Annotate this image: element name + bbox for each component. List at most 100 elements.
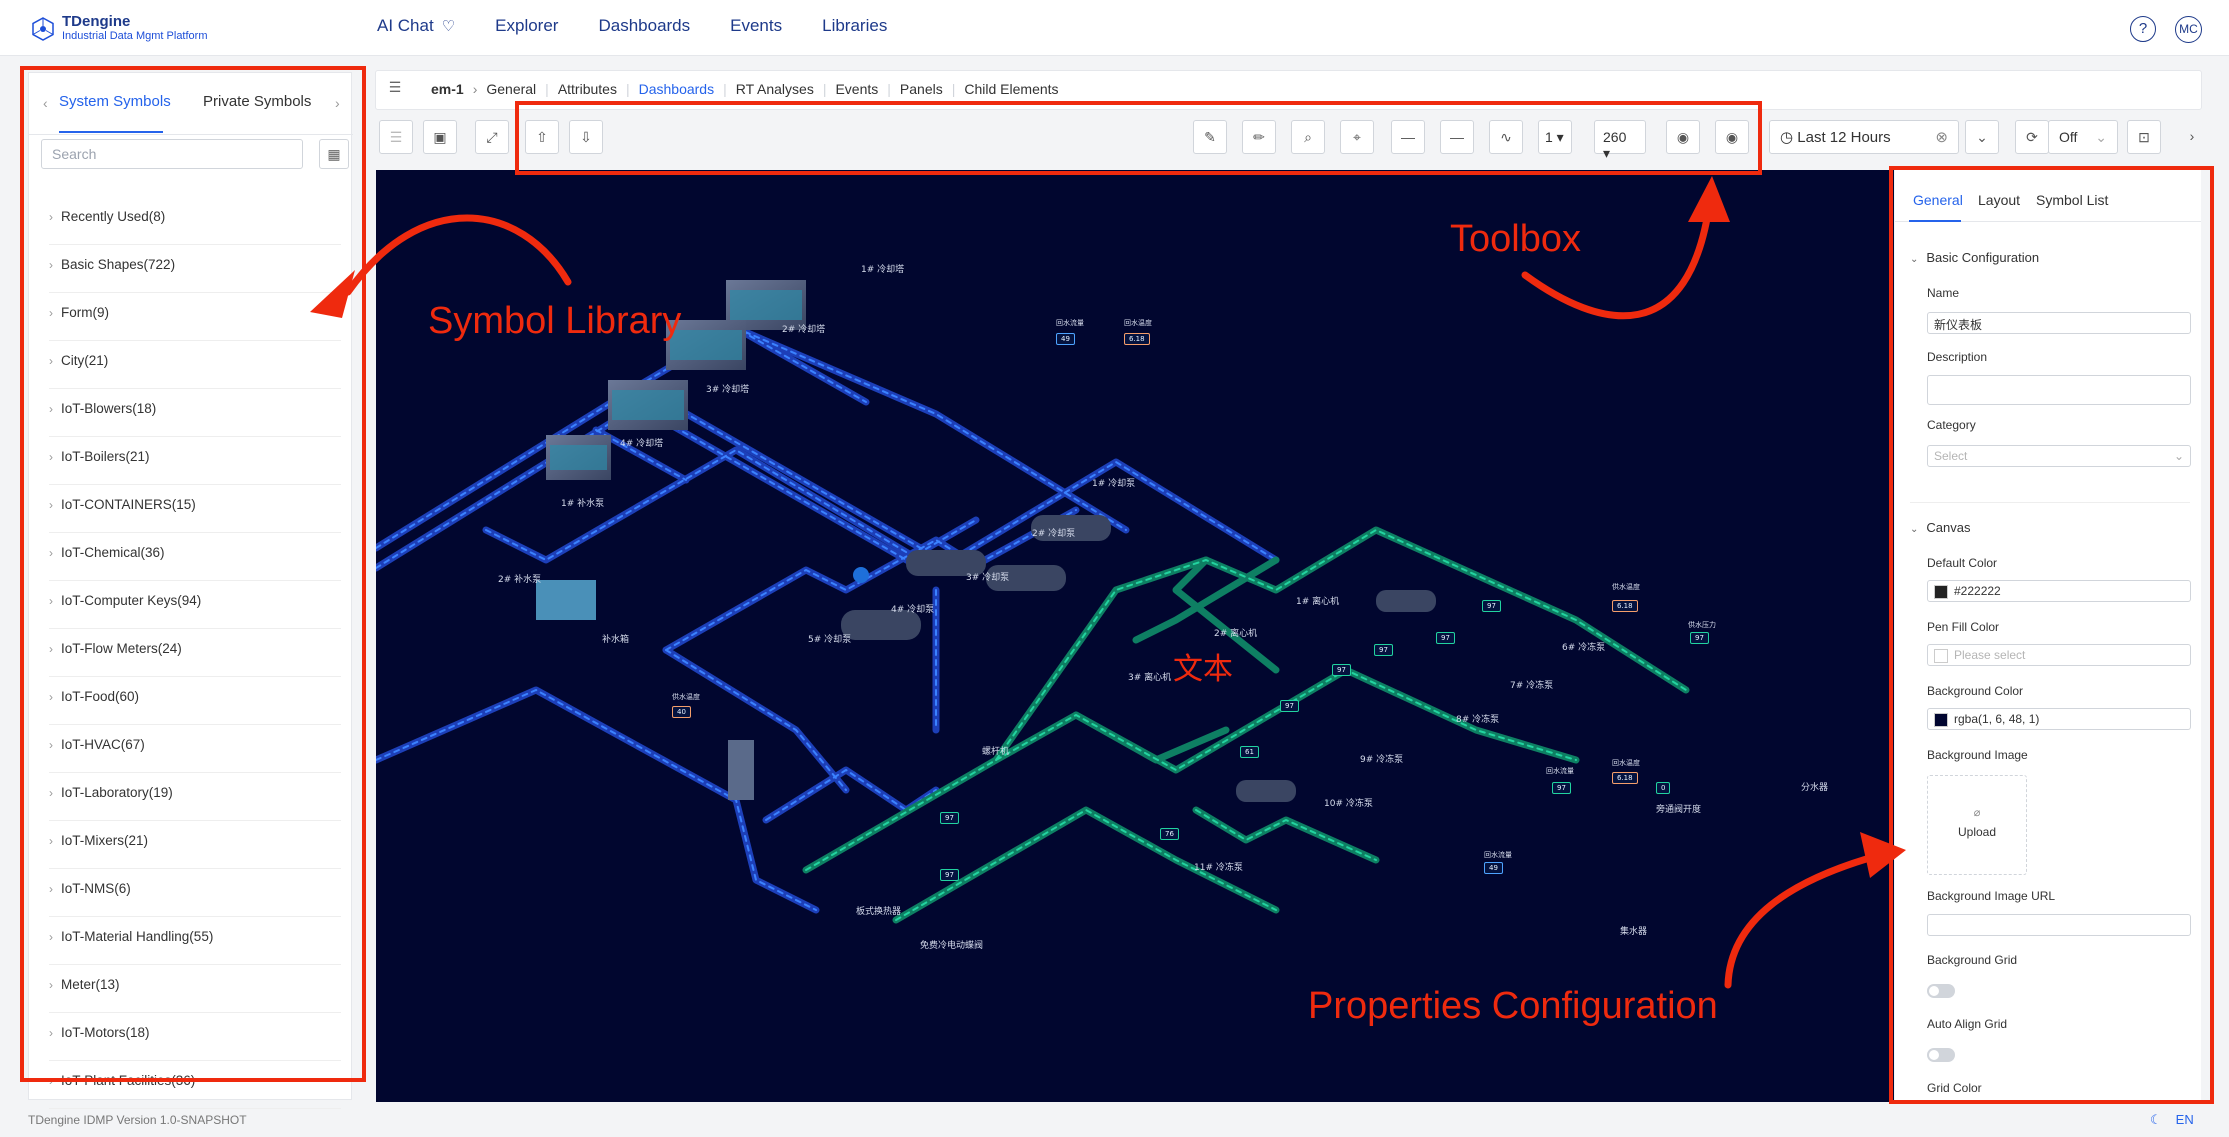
resize-icon[interactable]: ⤢ (475, 120, 509, 154)
collapse-menu-icon[interactable]: ☰ (384, 79, 406, 101)
canvas-label: 供水温度 (672, 693, 700, 701)
nav-explorer[interactable]: Explorer (495, 16, 558, 36)
canvas-label: 供水温度 (1612, 583, 1640, 591)
tab-rt-analyses[interactable]: RT Analyses (736, 81, 814, 97)
canvas-label: 2# 补水泵 (498, 575, 542, 585)
value-badge: 49 (1484, 862, 1503, 874)
value-badge: 0 (1656, 782, 1671, 794)
logo-title: TDengine (62, 13, 131, 30)
tab-dashboards[interactable]: Dashboards (639, 81, 715, 97)
canvas-label: 旁通阀开度 (1656, 805, 1702, 815)
expand-panel-icon[interactable]: › (2175, 120, 2209, 154)
tab-events[interactable]: Events (835, 81, 878, 97)
language-switch[interactable]: ☾ EN (2150, 1112, 2194, 1128)
separator: | (723, 81, 727, 97)
annotation-toolbox: Toolbox (1450, 218, 1581, 260)
logo-icon (32, 16, 54, 41)
moon-icon[interactable]: ☾ (2150, 1112, 2162, 1127)
value-badge: 97 (1552, 782, 1571, 794)
value-badge: 97 (1482, 600, 1501, 612)
time-range-value: Last 12 Hours (1797, 129, 1891, 146)
properties-highlight (1889, 166, 2214, 1104)
clock-icon: ◷ (1780, 129, 1798, 146)
canvas-label: 回水温度 (1612, 759, 1640, 767)
time-range-select[interactable]: ◷ Last 12 Hours ⊗ (1769, 120, 1959, 154)
canvas-label: 11# 冷冻泵 (1194, 863, 1243, 873)
value-badge: 49 (1056, 333, 1075, 345)
separator: | (625, 81, 630, 97)
canvas-label: 5# 冷却泵 (808, 635, 852, 645)
canvas-label: 1# 冷却塔 (861, 265, 905, 275)
logo-subtitle: Industrial Data Mgmt Platform (62, 30, 208, 42)
breadcrumb-root[interactable]: em-1 (431, 81, 464, 97)
breadcrumb: em-1 › General | Attributes | Dashboards | … (431, 81, 1059, 97)
canvas-label: 1# 离心机 (1296, 597, 1340, 607)
avatar[interactable]: MC (2175, 16, 2202, 43)
tab-attributes[interactable]: Attributes (558, 81, 617, 97)
canvas-label: 3# 离心机 (1128, 673, 1172, 683)
value-badge: 97 (1690, 632, 1709, 644)
blue-pipes (376, 324, 1280, 914)
list-icon[interactable]: ☰ (379, 120, 413, 154)
nav-dashboards[interactable]: Dashboards (598, 16, 690, 36)
nav-ai-chat-label: AI Chat (377, 16, 434, 35)
canvas-label: 2# 冷却泵 (1032, 529, 1076, 539)
canvas-label: 回水流量 (1484, 851, 1512, 859)
canvas-label: 板式换热器 (856, 907, 902, 917)
canvas-label: 3# 冷却泵 (966, 573, 1010, 583)
main-nav: AI Chat ♡ Explorer Dashboards Events Libr… (377, 16, 927, 36)
value-badge: 76 (1160, 828, 1179, 840)
canvas-label: 回水温度 (1124, 319, 1152, 327)
chevron-right-icon: › (472, 81, 478, 97)
value-badge: 6.18 (1124, 333, 1150, 345)
canvas-label: 集水器 (1620, 927, 1648, 937)
text-symbol[interactable]: 文本 (1173, 644, 1233, 688)
value-badge: 61 (1240, 746, 1259, 758)
value-badge: 97 (1436, 632, 1455, 644)
value-badge: 97 (1280, 700, 1299, 712)
value-badge: 6.18 (1612, 600, 1638, 612)
help-icon[interactable]: ? (2130, 16, 2156, 42)
canvas-label: 4# 冷却泵 (891, 605, 935, 615)
ai-sparkle-icon: ♡ (441, 18, 456, 35)
folder-icon[interactable]: ⊡ (2127, 120, 2161, 154)
canvas-label: 3# 冷却塔 (706, 385, 750, 395)
save-icon[interactable]: ▣ (423, 120, 457, 154)
auto-refresh-value: Off (2059, 129, 2078, 145)
app-logo[interactable]: TDengine Industrial Data Mgmt Platform (30, 14, 208, 43)
top-navbar: TDengine Industrial Data Mgmt Platform A… (0, 0, 2229, 56)
canvas-label: 1# 冷却泵 (1092, 479, 1136, 489)
canvas-label: 7# 冷冻泵 (1510, 681, 1554, 691)
canvas-label: 2# 冷却塔 (782, 325, 826, 335)
canvas-label: 螺杆机 (982, 747, 1010, 757)
nav-ai-chat[interactable]: AI Chat ♡ (377, 16, 455, 36)
value-badge: 97 (1332, 664, 1351, 676)
toolbox-highlight (515, 101, 1762, 175)
separator: | (887, 81, 891, 97)
auto-refresh-select[interactable]: Off ⌄ (2048, 120, 2118, 154)
canvas-label: 1# 补水泵 (561, 499, 605, 509)
nav-events[interactable]: Events (730, 16, 782, 36)
canvas-label: 8# 冷冻泵 (1456, 715, 1500, 725)
nav-libraries[interactable]: Libraries (822, 16, 887, 36)
canvas-label: 供水压力 (1688, 621, 1716, 629)
chevron-down-icon[interactable]: ⌄ (1965, 120, 1999, 154)
annotation-symbol-library: Symbol Library (428, 300, 682, 342)
canvas-label: 4# 冷却塔 (620, 439, 664, 449)
canvas-label: 9# 冷冻泵 (1360, 755, 1404, 765)
canvas-label: 6# 冷冻泵 (1562, 643, 1606, 653)
canvas-label: 补水箱 (602, 635, 630, 645)
value-badge: 97 (940, 812, 959, 824)
tab-panels[interactable]: Panels (900, 81, 943, 97)
value-badge: 40 (672, 706, 691, 718)
tab-child-elements[interactable]: Child Elements (964, 81, 1058, 97)
clear-icon[interactable]: ⊗ (1935, 128, 1948, 146)
separator: | (822, 81, 827, 97)
canvas-label: 分水器 (1801, 783, 1829, 793)
canvas-label: 回水流量 (1056, 319, 1084, 327)
language-label: EN (2175, 1112, 2194, 1127)
version-text: TDengine IDMP Version 1.0-SNAPSHOT (28, 1113, 247, 1127)
value-badge: 97 (940, 869, 959, 881)
tab-general[interactable]: General (486, 81, 536, 97)
refresh-icon[interactable]: ⟳ (2015, 120, 2049, 154)
